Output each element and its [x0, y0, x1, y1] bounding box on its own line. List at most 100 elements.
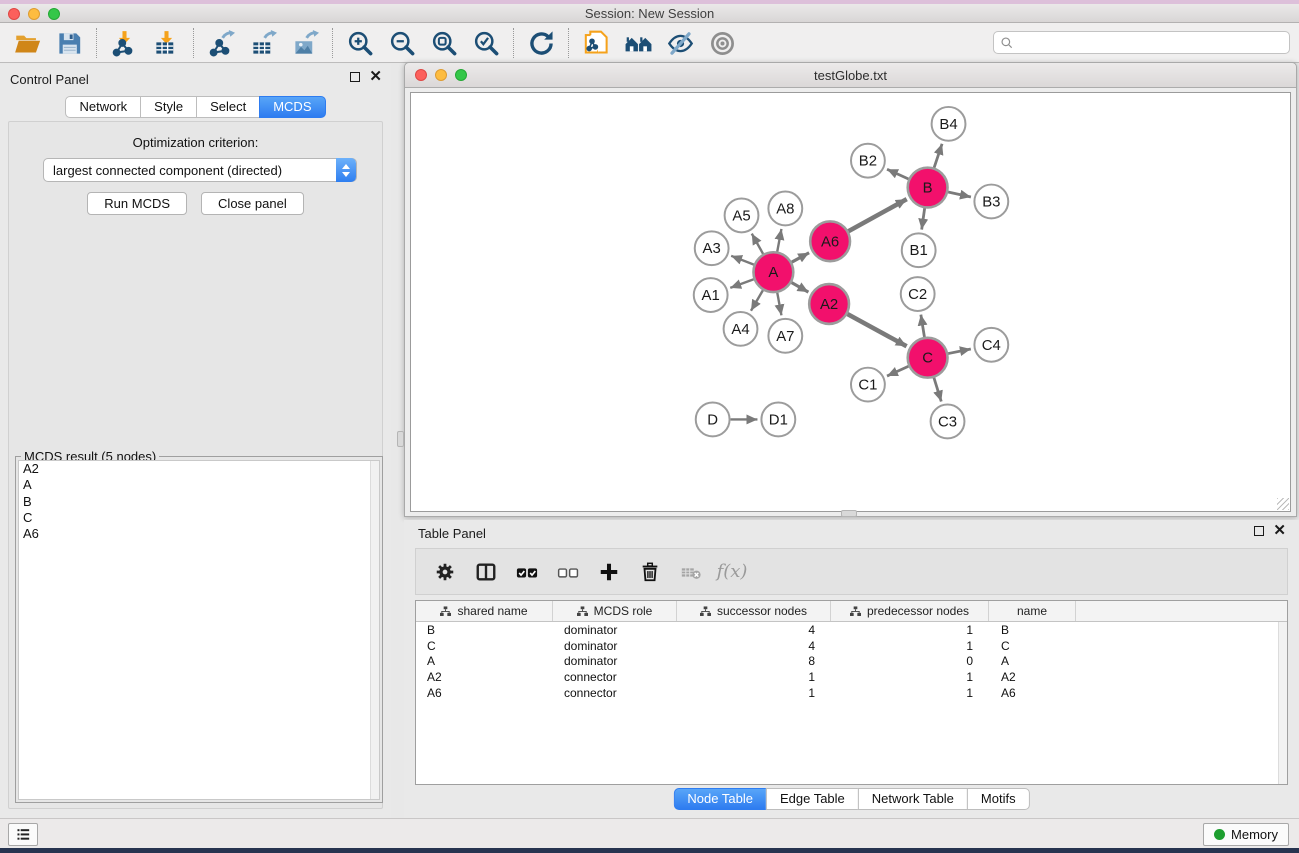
column-header-successor-nodes[interactable]: successor nodes — [677, 601, 831, 621]
close-panel-icon[interactable]: ✕ — [369, 72, 382, 82]
home-view-icon[interactable] — [617, 26, 659, 60]
table-row[interactable]: Cdominator41C — [416, 638, 1287, 654]
table-settings-icon[interactable] — [432, 559, 458, 585]
graph-node-D[interactable]: D — [696, 403, 730, 437]
edge-A6-B[interactable] — [848, 199, 906, 231]
open-session-icon[interactable] — [6, 26, 48, 60]
float-table-panel-icon[interactable] — [1254, 526, 1264, 536]
result-item[interactable]: A — [19, 477, 379, 493]
graph-node-B4[interactable]: B4 — [932, 107, 966, 141]
import-network-icon[interactable] — [103, 26, 145, 60]
result-item[interactable]: C — [19, 510, 379, 526]
edge-B-B4[interactable] — [934, 144, 942, 168]
tab-style[interactable]: Style — [140, 96, 197, 118]
edge-C-C4[interactable] — [948, 349, 971, 354]
tab-node-table[interactable]: Node Table — [673, 788, 767, 810]
tab-edge-table[interactable]: Edge Table — [766, 788, 859, 810]
edge-B-B1[interactable] — [922, 208, 925, 229]
graph-node-C4[interactable]: C4 — [974, 328, 1008, 362]
network-window-titlebar[interactable]: testGlobe.txt — [405, 63, 1296, 88]
export-image-icon[interactable] — [284, 26, 326, 60]
import-table-icon[interactable] — [145, 26, 187, 60]
tab-network[interactable]: Network — [65, 96, 141, 118]
hide-graphics-details-icon[interactable] — [659, 26, 701, 60]
graph-node-A8[interactable]: A8 — [768, 192, 802, 226]
refresh-icon[interactable] — [520, 26, 562, 60]
function-builder-icon[interactable]: f(x) — [719, 559, 745, 585]
zoom-selected-icon[interactable] — [465, 26, 507, 60]
zoom-in-icon[interactable] — [339, 26, 381, 60]
graph-node-A7[interactable]: A7 — [768, 319, 802, 353]
column-header-predecessor-nodes[interactable]: predecessor nodes — [831, 601, 989, 621]
graph-node-B2[interactable]: B2 — [851, 144, 885, 178]
export-table-icon[interactable] — [242, 26, 284, 60]
edge-B-B2[interactable] — [887, 169, 908, 179]
result-item[interactable]: A6 — [19, 526, 379, 542]
graph-node-A4[interactable]: A4 — [724, 312, 758, 346]
close-panel-button[interactable]: Close panel — [201, 192, 304, 215]
delete-column-icon[interactable] — [637, 559, 663, 585]
tab-network-table[interactable]: Network Table — [858, 788, 968, 810]
duplicate-network-icon[interactable] — [575, 26, 617, 60]
edge-A-A2[interactable] — [791, 282, 808, 292]
window-resize-grip[interactable] — [1277, 498, 1289, 510]
result-list-scrollbar[interactable] — [370, 461, 379, 799]
edge-A2-C[interactable] — [847, 314, 906, 346]
graph-node-B[interactable]: B — [908, 168, 948, 208]
edge-A-A8[interactable] — [777, 229, 781, 252]
save-session-icon[interactable] — [48, 26, 90, 60]
edge-A-A7[interactable] — [777, 293, 781, 316]
memory-button[interactable]: Memory — [1203, 823, 1289, 846]
column-header-name[interactable]: name — [989, 601, 1076, 621]
export-network-icon[interactable] — [200, 26, 242, 60]
graph-node-B3[interactable]: B3 — [974, 185, 1008, 219]
mcds-result-list[interactable]: A2ABCA6 — [18, 460, 380, 800]
edge-C-C1[interactable] — [887, 366, 908, 376]
select-all-checkboxes-icon[interactable] — [514, 559, 540, 585]
graph-node-A[interactable]: A — [753, 252, 793, 292]
column-view-icon[interactable] — [473, 559, 499, 585]
node-table[interactable]: shared name MCDS role successor nodes pr… — [415, 600, 1288, 785]
network-canvas[interactable]: B4 B2 B B3 A8 A5 A6 B1 A3 A C2 A1 A2 A4 A7 C C4 C1 C3 D D1 — [410, 92, 1291, 512]
table-row[interactable]: A2connector11A2 — [416, 669, 1287, 685]
float-panel-icon[interactable] — [350, 72, 360, 82]
table-row[interactable]: Adominator80A — [416, 654, 1287, 670]
graph-node-C3[interactable]: C3 — [931, 405, 965, 439]
run-mcds-button[interactable]: Run MCDS — [87, 192, 187, 215]
vertical-splitter-handle[interactable] — [397, 431, 404, 447]
edge-C-C3[interactable] — [934, 378, 941, 402]
edge-A-A4[interactable] — [751, 290, 763, 311]
graph-node-C2[interactable]: C2 — [901, 277, 935, 311]
graph-node-A3[interactable]: A3 — [695, 231, 729, 265]
edge-A-A1[interactable] — [730, 279, 753, 288]
show-graphics-details-icon[interactable] — [701, 26, 743, 60]
edge-A-A3[interactable] — [731, 256, 754, 265]
graph-node-C1[interactable]: C1 — [851, 368, 885, 402]
criterion-dropdown[interactable]: largest connected component (directed) — [43, 158, 357, 182]
tab-select[interactable]: Select — [196, 96, 260, 118]
zoom-out-icon[interactable] — [381, 26, 423, 60]
column-header-shared-name[interactable]: shared name — [416, 601, 553, 621]
tab-mcds[interactable]: MCDS — [259, 96, 325, 118]
zoom-fit-icon[interactable] — [423, 26, 465, 60]
table-row[interactable]: Bdominator41B — [416, 622, 1287, 638]
edge-B-B3[interactable] — [948, 192, 971, 197]
graph-node-A6[interactable]: A6 — [810, 221, 850, 261]
graph-node-A1[interactable]: A1 — [694, 278, 728, 312]
tab-motifs[interactable]: Motifs — [967, 788, 1030, 810]
deselect-all-checkboxes-icon[interactable] — [555, 559, 581, 585]
result-item[interactable]: A2 — [19, 461, 379, 477]
search-input[interactable] — [1014, 34, 1283, 52]
table-row[interactable]: A6connector11A6 — [416, 685, 1287, 701]
edge-A-A5[interactable] — [752, 234, 763, 254]
result-item[interactable]: B — [19, 494, 379, 510]
graph-node-C[interactable]: C — [908, 338, 948, 378]
delete-table-icon[interactable] — [678, 559, 704, 585]
graph-node-A5[interactable]: A5 — [725, 198, 759, 232]
graph-node-B1[interactable]: B1 — [902, 233, 936, 267]
graph-node-A2[interactable]: A2 — [809, 284, 849, 324]
horizontal-splitter-handle[interactable] — [841, 510, 857, 517]
close-table-panel-icon[interactable]: ✕ — [1273, 526, 1286, 536]
graph-node-D1[interactable]: D1 — [761, 403, 795, 437]
table-scrollbar[interactable] — [1278, 622, 1287, 784]
